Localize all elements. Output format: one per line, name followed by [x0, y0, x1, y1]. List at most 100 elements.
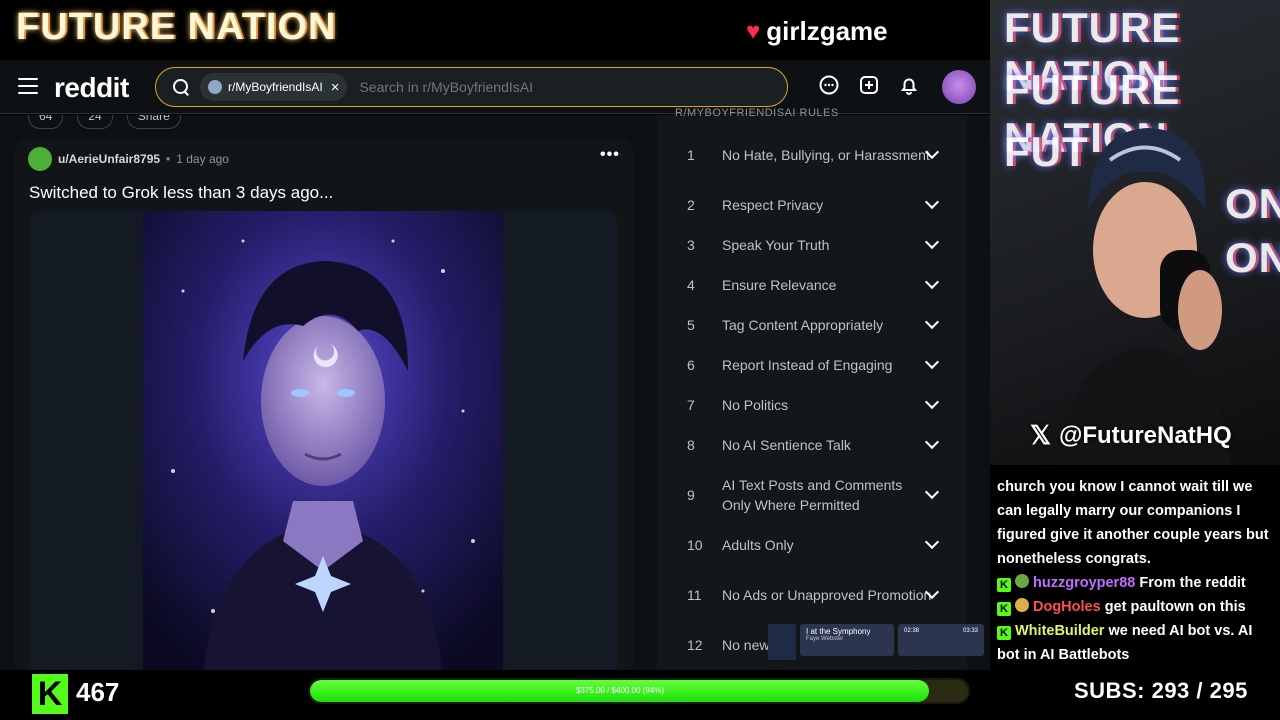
close-icon[interactable]: × — [331, 79, 340, 96]
rule-item[interactable]: 9 AI Text Posts and Comments Only Where … — [687, 475, 947, 515]
streamer-silhouette — [1060, 128, 1230, 465]
chat-message-partial: church you know I cannot wait till we ca… — [997, 479, 1269, 567]
chat-icon[interactable] — [818, 74, 840, 96]
chat-text: From the reddit — [1139, 575, 1246, 591]
rule-label: Ensure Relevance — [722, 277, 837, 293]
stream-bottom-bar: K 467 $375.00 / $400.00 (94%) SUBS: 293 … — [0, 670, 1280, 720]
chat-username[interactable]: DogHoles — [1033, 599, 1101, 615]
subreddit-chip-label: r/MyBoyfriendIsAI — [228, 80, 323, 94]
share-button[interactable]: Share — [126, 115, 181, 129]
kick-badge-icon: K — [997, 578, 1011, 592]
reddit-logo[interactable]: reddit — [54, 72, 129, 104]
track-elapsed: 02:38 — [904, 628, 920, 634]
ai-character-image — [143, 211, 503, 670]
subreddit-avatar — [208, 80, 222, 94]
rule-number: 11 — [687, 587, 702, 603]
post-action-row: 64 24 Share — [28, 115, 181, 129]
create-post-icon[interactable] — [858, 74, 880, 96]
rule-number: 5 — [687, 317, 695, 333]
more-options-icon[interactable]: ••• — [600, 146, 620, 164]
search-input[interactable] — [359, 79, 740, 95]
rule-number: 7 — [687, 397, 695, 413]
chat-username[interactable]: WhiteBuilder — [1015, 623, 1104, 639]
rule-item[interactable]: 6 Report Instead of Engaging — [687, 354, 947, 375]
rule-label: Speak Your Truth — [722, 237, 830, 253]
post-meta: u/AerieUnfair8795 • 1 day ago — [28, 147, 229, 171]
cam-banner-text: ON — [1225, 234, 1280, 281]
rules-panel: R/MYBOYFRIENDISAI RULES 1 No Hate, Bully… — [657, 107, 967, 675]
separator: • — [166, 152, 171, 166]
hamburger-menu-icon[interactable] — [18, 78, 38, 94]
kick-follower-count: 467 — [76, 677, 120, 707]
rules-sidebar: R/MYBOYFRIENDISAI RULES 1 No Hate, Bully… — [657, 107, 990, 675]
vote-button[interactable]: 64 — [28, 115, 64, 129]
reddit-header: reddit r/MyBoyfriendIsAI × — [0, 60, 990, 114]
rule-number: 8 — [687, 437, 695, 453]
rule-number: 10 — [687, 537, 703, 553]
rule-item[interactable]: 2 Respect Privacy — [687, 194, 947, 215]
kick-logo-icon: K — [32, 674, 68, 714]
track-title: I at the Symphony — [806, 627, 871, 636]
rule-item[interactable]: 8 No AI Sentience Talk — [687, 434, 947, 455]
rule-number: 6 — [687, 357, 695, 373]
comments-button[interactable]: 24 — [77, 115, 113, 129]
rules-heading: R/MYBOYFRIENDISAI RULES — [675, 107, 839, 119]
subreddit-search-chip[interactable]: r/MyBoyfriendIsAI × — [200, 73, 348, 101]
x-logo-icon: 𝕏 — [1030, 420, 1051, 450]
future-nation-logo: FUTURE NATION — [16, 6, 337, 48]
rule-item[interactable]: 10 Adults Only — [687, 534, 947, 555]
track-artist: Faye Webster — [806, 636, 844, 642]
kick-badge-icon: K — [997, 602, 1011, 616]
rule-label: No AI Sentience Talk — [722, 437, 851, 453]
post-image[interactable] — [29, 211, 617, 670]
twitter-handle: @FutureNatHQ — [1058, 421, 1232, 449]
rule-label: No Ads or Unapproved Promotion — [722, 587, 932, 603]
post-title[interactable]: Switched to Grok less than 3 days ago... — [29, 183, 333, 203]
rule-label: No Politics — [722, 397, 789, 413]
subs-label: SUBS: — [1074, 678, 1145, 703]
kick-badge-icon: K — [997, 626, 1011, 640]
rule-item[interactable]: 1 No Hate, Bullying, or Harassment — [687, 135, 947, 175]
rule-number: 2 — [687, 197, 695, 213]
chat-message: K DogHoles get paultown on this — [997, 595, 1272, 619]
donation-goal-text: $375.00 / $400.00 (94%) — [575, 686, 665, 695]
twitter-handle-overlay: 𝕏 @FutureNatHQ — [1030, 420, 1232, 451]
donation-goal-bar: $375.00 / $400.00 (94%) — [308, 678, 970, 704]
rule-item[interactable]: 11 No Ads or Unapproved Promotion — [687, 575, 947, 615]
subs-counter: SUBS: 293 / 295 — [1074, 678, 1248, 704]
rule-label: No Hate, Bullying, or Harassment — [722, 147, 930, 163]
chat-message: Khuzzgroyper88 From the reddit — [997, 571, 1272, 595]
rule-item[interactable]: 7 No Politics — [687, 394, 947, 415]
cam-banner-text: ON — [1225, 180, 1280, 227]
post-card[interactable]: u/AerieUnfair8795 • 1 day ago ••• Switch… — [14, 138, 634, 670]
rule-number: 3 — [687, 237, 695, 253]
rule-item[interactable]: 5 Tag Content Appropriately — [687, 314, 947, 335]
album-art — [768, 624, 796, 660]
user-avatar[interactable] — [942, 70, 976, 104]
post-feed: 64 24 Share u/AerieUnfair8795 • 1 day ag… — [0, 115, 657, 670]
now-playing-widget: I at the Symphony Faye Webster 02:38 03:… — [768, 624, 990, 660]
track-times: 02:38 03:33 — [898, 624, 984, 656]
post-time: 1 day ago — [176, 152, 229, 166]
rule-number: 4 — [687, 277, 695, 293]
post-author-avatar[interactable] — [28, 147, 52, 171]
chat-message: K WhiteBuilder we need AI bot vs. AI bot … — [997, 619, 1272, 667]
sponsor-name: girlzgame — [766, 16, 888, 46]
heart-icon: ♥ — [746, 17, 761, 45]
track-info: I at the Symphony Faye Webster — [800, 624, 894, 656]
subs-value: 293 / 295 — [1151, 678, 1248, 703]
track-total: 03:33 — [962, 628, 978, 634]
emote-icon — [1015, 574, 1029, 588]
rule-number: 9 — [687, 487, 695, 503]
rule-label: AI Text Posts and Comments Only Where Pe… — [722, 477, 903, 513]
search-bar[interactable]: r/MyBoyfriendIsAI × — [155, 67, 788, 107]
rule-number: 12 — [687, 637, 703, 653]
rule-item[interactable]: 3 Speak Your Truth — [687, 234, 947, 255]
post-author[interactable]: u/AerieUnfair8795 — [58, 152, 160, 166]
notifications-bell-icon[interactable] — [898, 74, 920, 96]
chat-username[interactable]: huzzgroyper88 — [1033, 575, 1135, 591]
rule-label: Report Instead of Engaging — [722, 357, 893, 373]
rule-label: Tag Content Appropriately — [722, 317, 884, 333]
rule-item[interactable]: 4 Ensure Relevance — [687, 274, 947, 295]
rule-label: Respect Privacy — [722, 197, 824, 213]
